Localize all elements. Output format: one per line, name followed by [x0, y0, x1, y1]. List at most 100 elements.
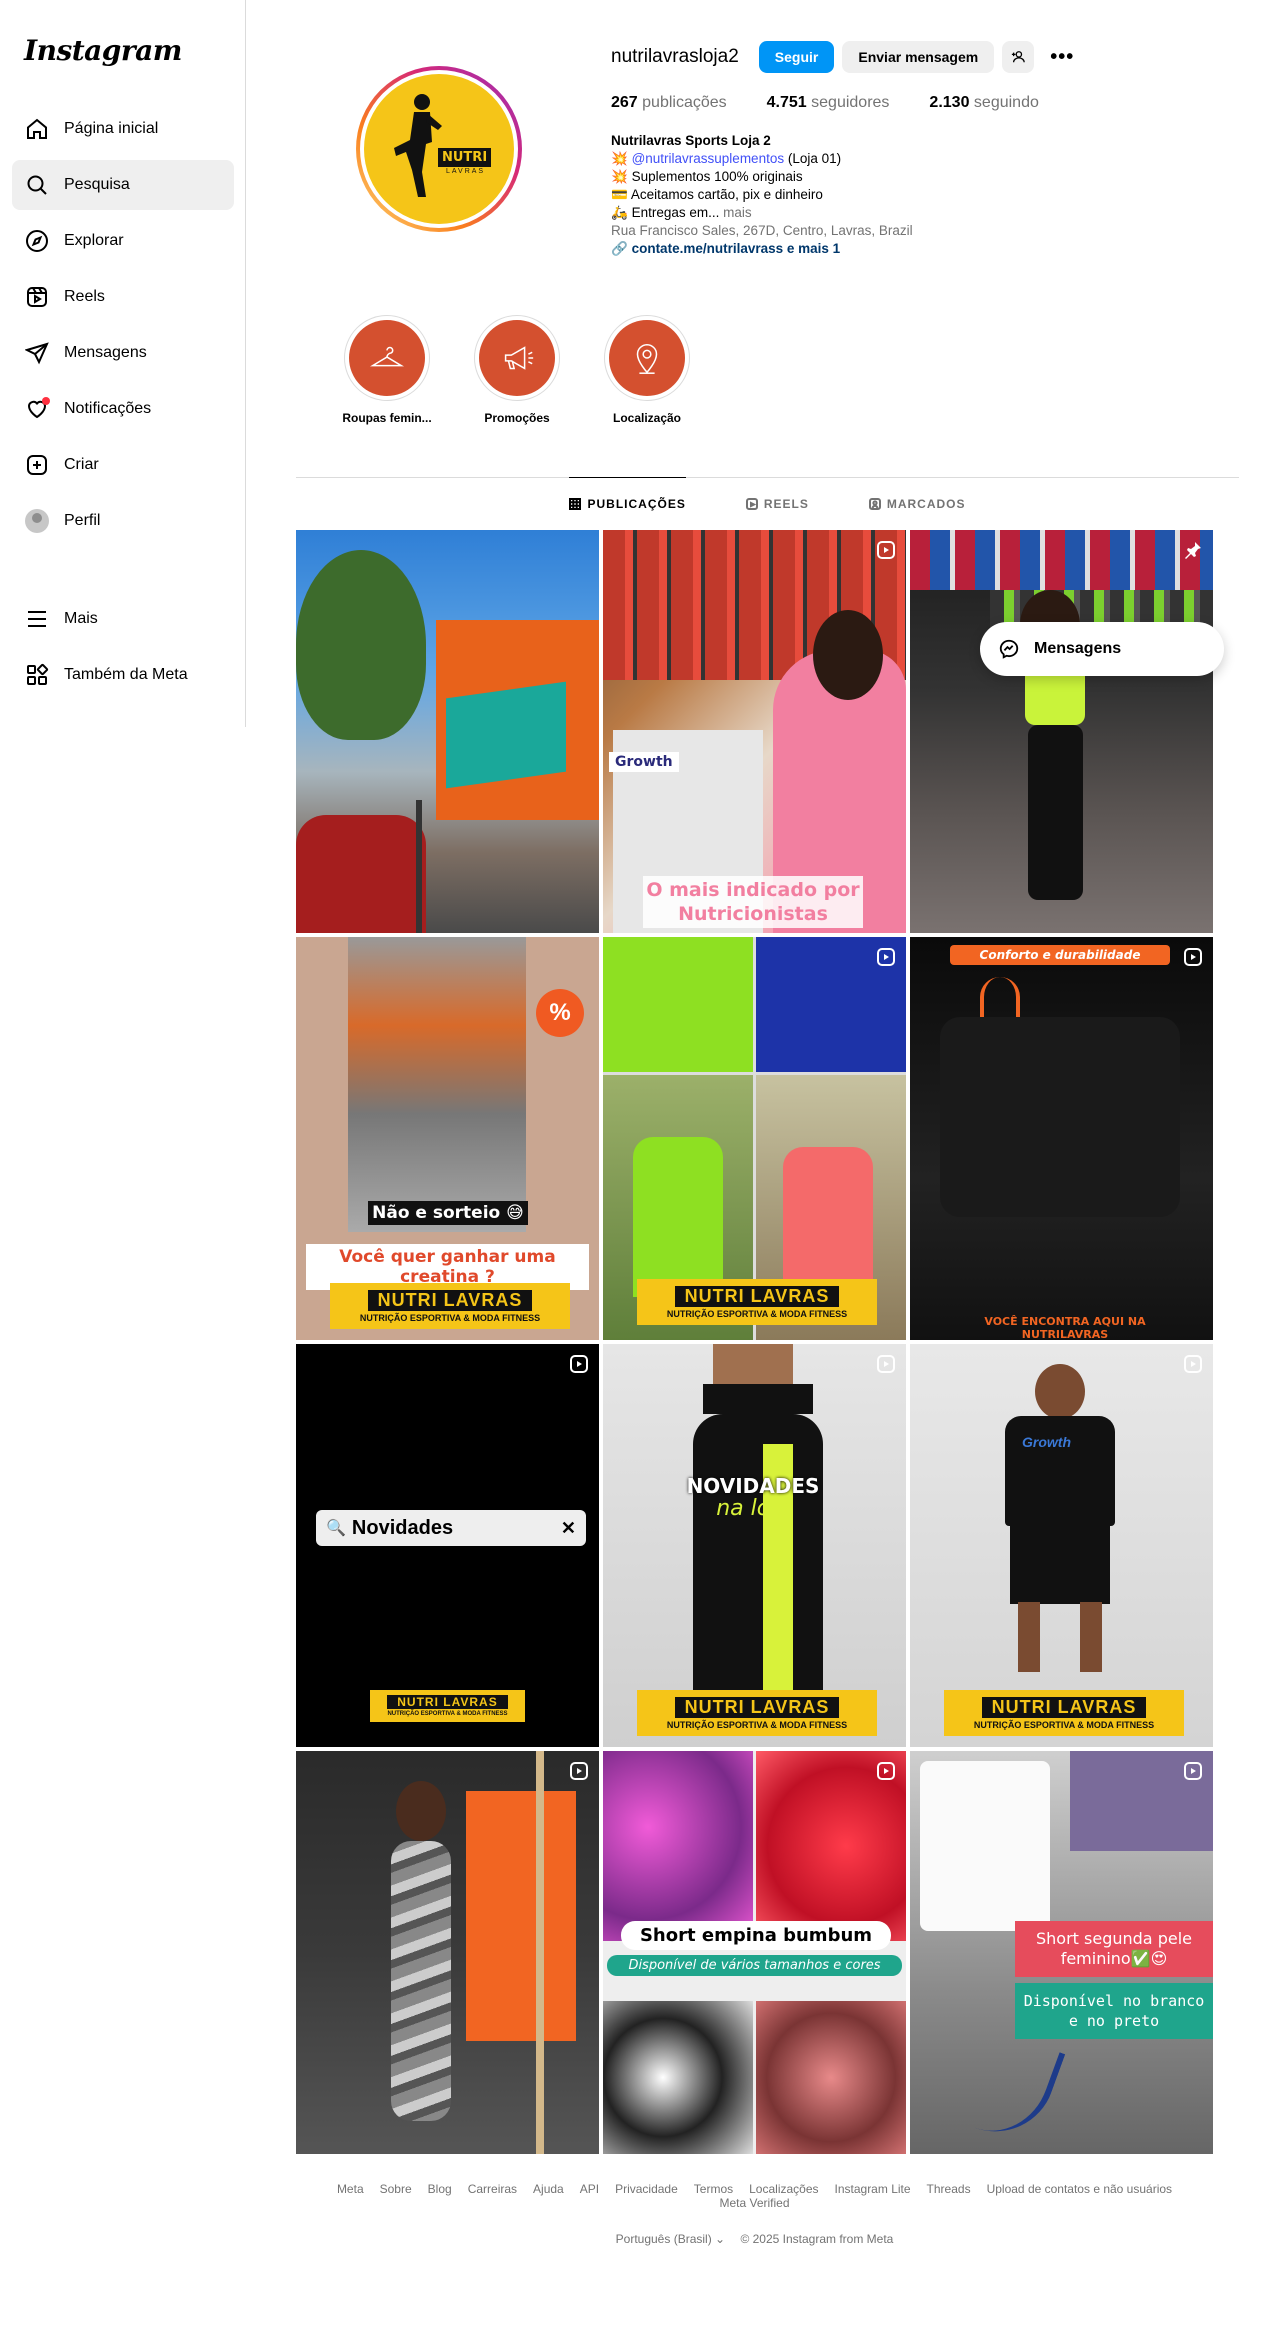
footer-links: Meta Sobre Blog Carreiras Ajuda API Priv… [296, 2182, 1213, 2210]
footer-link[interactable]: Sobre [380, 2182, 412, 2196]
bio-more-button[interactable]: mais [719, 205, 752, 220]
footer-link[interactable]: Threads [927, 2182, 971, 2196]
messenger-icon [999, 639, 1019, 659]
footer-link[interactable]: Privacidade [615, 2182, 678, 2196]
footer-link[interactable]: Upload de contatos e não usuários [987, 2182, 1172, 2196]
sidebar: Instagram Página inicial Pesquisa Explor… [0, 0, 246, 727]
footer-link[interactable]: Meta Verified [719, 2196, 789, 2210]
messages-floating-button[interactable]: Mensagens [980, 622, 1224, 676]
sidebar-item-profile[interactable]: Perfil [12, 496, 234, 546]
post-tile[interactable]: Conforto e durabilidade VOCÊ ENCONTRA AQ… [910, 937, 1213, 1340]
meta-grid-icon [24, 662, 50, 688]
posts-count: 267 publicações [611, 94, 727, 111]
post-tile[interactable]: Growth NUTRI LAVRAS NUTRIÇÃO ESPORTIVA & … [910, 1344, 1213, 1747]
sidebar-item-label: Perfil [64, 512, 101, 529]
highlight-item[interactable]: Promoções [462, 315, 572, 425]
post-caption-overlay: NOVIDADES [686, 1474, 820, 1498]
search-icon [24, 172, 50, 198]
post-caption-overlay: Short segunda pele feminino✅😍 [1015, 1921, 1213, 1977]
footer-link[interactable]: Instagram Lite [835, 2182, 911, 2196]
instagram-logo[interactable]: Instagram [24, 34, 182, 67]
profile-address[interactable]: Rua Francisco Sales, 267D, Centro, Lavra… [611, 222, 1239, 240]
reels-icon [24, 284, 50, 310]
sidebar-item-also-from-meta[interactable]: Também da Meta [12, 650, 234, 700]
followers-count[interactable]: 4.751 seguidores [767, 94, 890, 112]
profile-username: nutrilavrasloja2 [611, 46, 739, 67]
sidebar-item-label: Mais [64, 610, 98, 627]
bio-line: 💥 @nutrilavrassuplementos (Loja 01) [611, 151, 842, 166]
suggest-accounts-button[interactable] [1002, 41, 1035, 73]
post-tile[interactable]: Short segunda pele feminino✅😍 Disponível… [910, 1751, 1213, 2154]
sidebar-item-notifications[interactable]: Notificações [12, 384, 234, 434]
post-caption-overlay: Não e sorteio 😅 [368, 1201, 528, 1225]
follow-button[interactable]: Seguir [758, 41, 835, 73]
post-tile[interactable]: % Não e sorteio 😅 Você quer ganhar uma c… [296, 937, 599, 1340]
percent-badge-icon: % [536, 989, 584, 1037]
profile-picture: NUTRI LAVRAS [364, 74, 514, 224]
post-tile[interactable] [910, 530, 1213, 933]
profile-external-link[interactable]: 🔗 contate.me/nutrilavrass e mais 1 [611, 240, 1239, 258]
send-message-button[interactable]: Enviar mensagem [842, 41, 995, 73]
hanger-icon [370, 346, 404, 367]
sidebar-item-explore[interactable]: Explorar [12, 216, 234, 266]
sidebar-item-reels[interactable]: Reels [12, 272, 234, 322]
reel-badge-icon [1183, 1354, 1203, 1374]
post-tile[interactable]: NOVIDADES na loja NUTRI LAVRAS NUTRIÇÃO E… [603, 1344, 906, 1747]
footer-link[interactable]: Meta [337, 2182, 364, 2196]
post-tile[interactable]: 🔍 Novidades ✕ NUTRI LAVRAS NUTRIÇÃO ESPORTI… [296, 1344, 599, 1747]
sidebar-item-search[interactable]: Pesquisa [12, 160, 234, 210]
footer-link[interactable]: API [580, 2182, 599, 2196]
post-caption-overlay: VOCÊ ENCONTRA AQUI NA NUTRILAVRAS [984, 1315, 1146, 1340]
shirt-logo: Growth [1022, 1434, 1071, 1450]
post-tile[interactable]: Short empina bumbum Disponível de vários… [603, 1751, 906, 2154]
brand-banner: NUTRI LAVRAS NUTRIÇÃO ESPORTIVA & MODA FI… [330, 1283, 570, 1329]
bio-mention-link[interactable]: @nutrilavrassuplementos [632, 151, 785, 166]
post-product-tag: Growth [609, 752, 679, 772]
sidebar-item-home[interactable]: Página inicial [12, 104, 234, 154]
grid-icon [569, 497, 582, 510]
sidebar-bottom: Mais Também da Meta [12, 594, 234, 706]
post-tile[interactable]: Growth O mais indicado por Nutricionista… [603, 530, 906, 933]
footer-link[interactable]: Termos [694, 2182, 733, 2196]
copyright: © 2025 Instagram from Meta [740, 2232, 894, 2246]
tab-reels[interactable]: REELS [745, 477, 809, 529]
footer-link[interactable]: Ajuda [533, 2182, 564, 2196]
post-caption-overlay: O mais indicado por Nutricionistas [643, 876, 863, 928]
language-selector[interactable]: Português (Brasil) ⌄ [616, 2232, 725, 2246]
tag-person-icon [868, 497, 881, 510]
post-tile[interactable]: NUTRI LAVRAS NUTRIÇÃO ESPORTIVA & MODA FI… [603, 937, 906, 1340]
avatar [24, 508, 50, 534]
pinned-icon [1183, 540, 1203, 560]
footer-link[interactable]: Localizações [749, 2182, 818, 2196]
search-bar-graphic: 🔍 Novidades ✕ [316, 1510, 586, 1546]
highlight-item[interactable]: Localização [592, 315, 702, 425]
sidebar-item-label: Pesquisa [64, 176, 130, 193]
close-icon: ✕ [560, 1517, 576, 1538]
brand-banner: NUTRI LAVRAS NUTRIÇÃO ESPORTIVA & MODA FI… [637, 1279, 877, 1325]
sidebar-item-messages[interactable]: Mensagens [12, 328, 234, 378]
brand-banner: NUTRI LAVRAS NUTRIÇÃO ESPORTIVA & MODA FI… [944, 1690, 1184, 1736]
post-tile[interactable] [296, 530, 599, 933]
footer-link[interactable]: Carreiras [468, 2182, 517, 2196]
highlight-label: Localização [612, 411, 682, 425]
reel-badge-icon [569, 1354, 589, 1374]
tab-posts[interactable]: PUBLICAÇÕES [569, 477, 686, 529]
sidebar-item-label: Mensagens [64, 344, 147, 361]
following-count[interactable]: 2.130 seguindo [929, 94, 1038, 112]
tab-tagged[interactable]: MARCADOS [868, 477, 966, 529]
reel-badge-icon [569, 1761, 589, 1781]
post-caption-overlay: na loja [716, 1496, 790, 1521]
page-footer: Meta Sobre Blog Carreiras Ajuda API Priv… [296, 2182, 1213, 2246]
profile-picture-ring[interactable]: NUTRI LAVRAS [356, 66, 522, 232]
bio-line: 🛵 Entregas em... mais [611, 205, 752, 220]
footer-link[interactable]: Blog [428, 2182, 452, 2196]
post-tile[interactable] [296, 1751, 599, 2154]
sidebar-item-more[interactable]: Mais [12, 594, 234, 644]
more-options-icon[interactable]: ••• [1042, 46, 1082, 69]
plus-square-icon [24, 452, 50, 478]
sidebar-item-label: Notificações [64, 400, 152, 417]
notification-dot [42, 397, 50, 405]
profile-bio: Nutrilavras Sports Loja 2 💥 @nutrilavras… [611, 132, 1239, 258]
sidebar-item-create[interactable]: Criar [12, 440, 234, 490]
highlight-item[interactable]: Roupas femin... [332, 315, 442, 425]
